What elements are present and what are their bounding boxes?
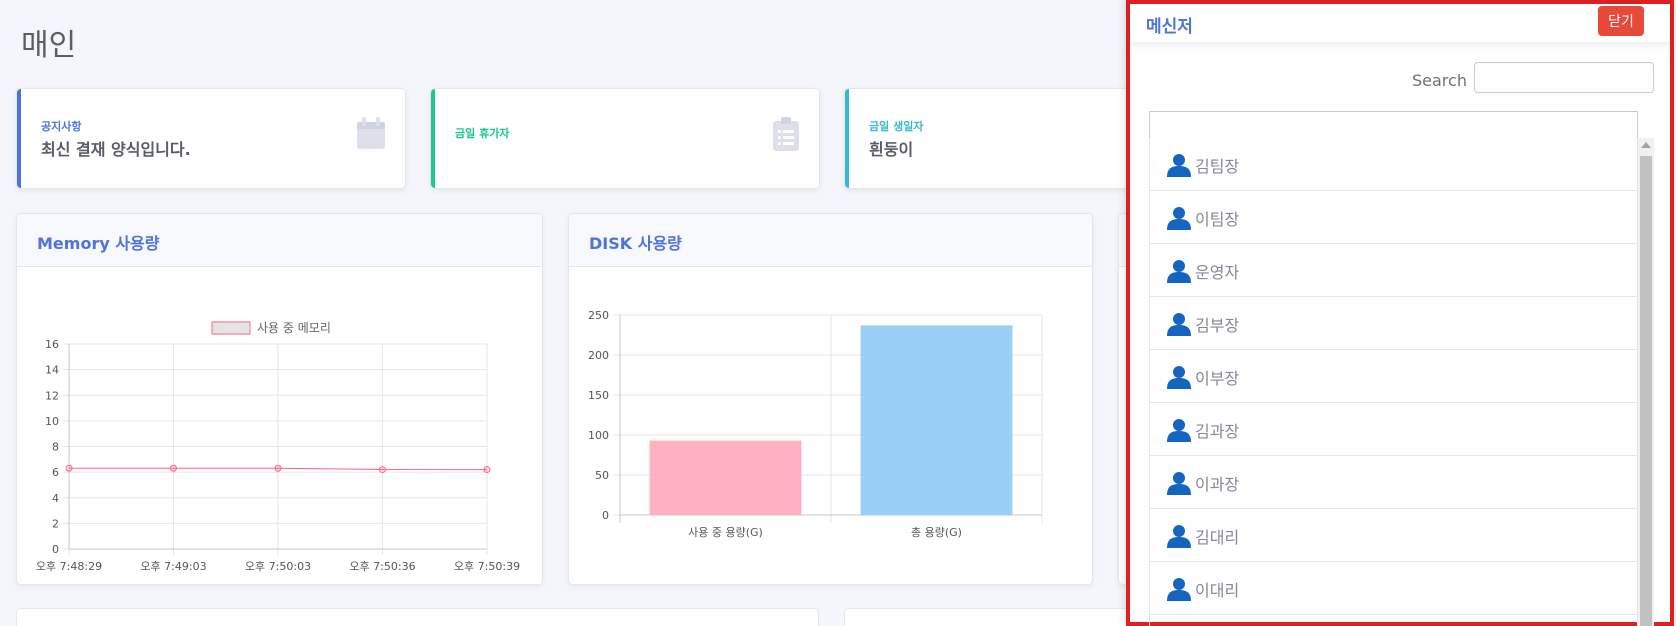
disk-y-tick: 150 [588, 389, 609, 402]
disk-chart: 0 50 100 150 200 250 사용 중 용량(G) 총 용량(G) [588, 309, 1043, 539]
user-icon [1167, 418, 1191, 446]
user-name: 김대리 [1195, 528, 1240, 547]
disk-x-tick: 사용 중 용량(G) [688, 526, 763, 539]
search-input[interactable] [1474, 62, 1654, 93]
user-list-item[interactable]: 운영자 [1150, 244, 1637, 297]
memory-x-tick: 오후 7:50:03 [245, 560, 311, 573]
disk-bar [649, 440, 802, 515]
user-name: 김과장 [1195, 422, 1240, 441]
close-button[interactable]: 닫기 [1598, 6, 1644, 36]
bottom-card-right [844, 608, 1144, 626]
user-icon [1167, 153, 1191, 181]
page-title: 매인 [21, 28, 77, 63]
memory-y-tick: 16 [45, 338, 59, 351]
disk-panel: DISK 사용량 0 50 100 150 200 250 사용 중 용량(G) 총 용량(G… [568, 213, 1093, 585]
user-list-item[interactable]: 이과장 [1150, 456, 1637, 509]
user-icon [1167, 259, 1191, 287]
user-list-item[interactable]: 김팀장 [1150, 138, 1637, 191]
memory-chart: 0 2 4 6 8 10 12 14 16 오후 7:48:29 오후 7:49:03 오후 7:50… [36, 321, 520, 573]
memory-x-tick: 오후 7:48:29 [36, 560, 102, 573]
user-name: 이팀장 [1195, 210, 1240, 229]
scroll-up-icon[interactable] [1641, 142, 1651, 148]
memory-y-tick: 0 [52, 543, 59, 556]
memory-y-tick: 4 [52, 492, 59, 505]
user-list-item[interactable]: 이팀장 [1150, 191, 1637, 244]
user-name: 이대리 [1195, 581, 1240, 600]
user-name: 김팀장 [1195, 157, 1240, 176]
user-list-scrollbar[interactable] [1638, 138, 1654, 626]
disk-y-tick: 250 [588, 309, 609, 322]
memory-x-tick: 오후 7:49:03 [140, 560, 206, 573]
disk-bar [860, 325, 1013, 515]
user-name: 김부장 [1195, 316, 1240, 335]
user-list-item[interactable]: 김대리 [1150, 509, 1637, 562]
memory-data-point [483, 466, 491, 474]
disk-y-tick: 50 [595, 469, 609, 482]
user-name: 이과장 [1195, 475, 1240, 494]
memory-legend-label: 사용 중 메모리 [257, 321, 331, 335]
vacation-label: 금일 휴가자 [455, 127, 510, 140]
messenger-title: 메신저 [1146, 17, 1193, 37]
user-icon [1167, 365, 1191, 393]
vacation-card[interactable]: 금일 휴가자 [430, 88, 820, 189]
user-icon [1167, 524, 1191, 552]
user-icon [1167, 312, 1191, 340]
user-icon [1167, 206, 1191, 234]
user-icon [1167, 471, 1191, 499]
memory-data-point [170, 464, 177, 472]
memory-y-tick: 10 [45, 415, 59, 428]
user-icon [1167, 577, 1191, 605]
notice-card[interactable]: 공지사항 최신 결재 양식입니다. [16, 88, 406, 189]
user-name: 운영자 [1195, 263, 1240, 282]
memory-y-tick: 2 [52, 517, 59, 530]
user-list[interactable]: 김팀장이팀장운영자김부장이부장김과장이과장김대리이대리 [1149, 138, 1638, 626]
birthday-value: 흰둥이 [869, 140, 914, 159]
clipboard-list-icon [773, 117, 799, 155]
memory-y-tick: 8 [52, 441, 59, 454]
user-list-item[interactable]: 김과장 [1150, 403, 1637, 456]
disk-x-tick: 총 용량(G) [911, 526, 962, 539]
search-label: Search [1412, 71, 1467, 90]
disk-y-tick: 100 [588, 429, 609, 442]
notice-label: 공지사항 [41, 120, 82, 133]
memory-panel-title: Memory 사용량 [17, 214, 542, 267]
user-list-header [1149, 111, 1638, 139]
memory-x-tick: 오후 7:50:39 [454, 560, 520, 573]
disk-y-tick: 0 [602, 509, 609, 522]
memory-y-tick: 6 [52, 466, 59, 479]
memory-x-tick: 오후 7:50:36 [349, 560, 415, 573]
memory-y-tick: 12 [45, 389, 59, 402]
messenger-panel: 메신저 닫기 Search 김팀장이팀장운영자김부장이부장김과장이과장김대리이대… [1126, 0, 1674, 626]
notice-value: 최신 결재 양식입니다. [41, 140, 191, 159]
memory-data-point [274, 464, 282, 472]
memory-panel: Memory 사용량 0 2 4 6 8 10 12 14 16 오후 7:48:29 오후 7:4… [16, 213, 543, 585]
disk-y-tick: 200 [588, 349, 609, 362]
user-list-item[interactable]: 이대리 [1150, 562, 1637, 615]
messenger-header: 메신저 닫기 [1130, 4, 1670, 42]
memory-legend-swatch [211, 321, 251, 335]
disk-panel-title: DISK 사용량 [569, 214, 1092, 267]
calendar-icon [357, 117, 385, 153]
user-list-item[interactable]: 이부장 [1150, 350, 1637, 403]
memory-y-tick: 14 [45, 364, 59, 377]
user-list-item[interactable]: 김부장 [1150, 297, 1637, 350]
user-name: 이부장 [1195, 369, 1240, 388]
memory-data-point [379, 466, 386, 474]
birthday-label: 금일 생일자 [869, 120, 924, 133]
memory-data-point [65, 464, 73, 472]
bottom-card-left [16, 608, 819, 626]
scrollbar-thumb[interactable] [1640, 156, 1652, 626]
